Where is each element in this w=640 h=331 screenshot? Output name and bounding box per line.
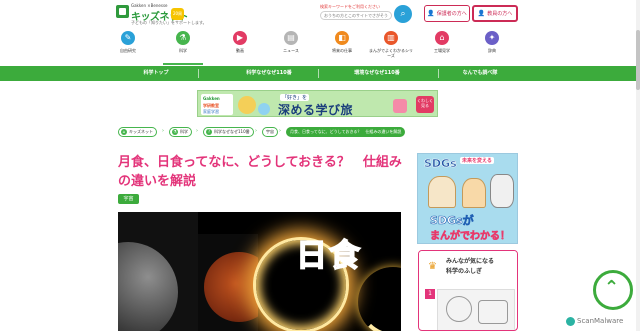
question-icon: ? — [206, 129, 212, 135]
subnav-science-top[interactable]: 科学トップ — [118, 66, 194, 81]
watermark-text: ScanMalware — [577, 317, 624, 325]
watermark: ScanMalware — [566, 314, 623, 328]
home-icon: ⌂ — [121, 129, 127, 135]
breadcrumb-science-why[interactable]: ? 科学なぜなぜ110番 — [203, 127, 254, 137]
site-header: Gakken ×Benesse キッズネット 子どもの「知りたい」をサポートしま… — [0, 0, 640, 28]
play-icon: ▶ — [233, 31, 247, 45]
science-icon: ⚗ — [172, 129, 178, 135]
sdgs-headline-1: SDGsが — [430, 214, 474, 228]
breadcrumb-label: 科学 — [180, 129, 188, 134]
category-manga-series[interactable]: ▥ まんがでよくわかるシリーズ — [368, 29, 414, 65]
crown-icon: ♛ — [428, 261, 437, 272]
popular-thumbnail[interactable] — [437, 289, 515, 330]
category-news[interactable]: ▤ ニュース — [271, 29, 311, 65]
popular-science-box: ♛ みんなが気になる 科学のふしぎ 1 — [418, 250, 518, 331]
parents-button-label: 保護者の方へ — [436, 11, 467, 17]
category-factory-tour[interactable]: ⌂ 工場見学 — [422, 29, 462, 65]
arrow-up-icon: ⌃ — [604, 277, 620, 298]
scrollbar-thumb[interactable] — [636, 30, 640, 90]
category-label: まんがでよくわかるシリーズ — [369, 48, 413, 58]
subnav-environment-why[interactable]: 環境なぜなぜ110番 — [334, 66, 420, 81]
subnav-research-team[interactable]: なんでも調べ隊 — [440, 66, 520, 81]
breadcrumb-science[interactable]: ⚗ 科学 — [169, 127, 192, 137]
banner-subhead: 「好き」を — [280, 94, 310, 101]
category-label: 動画 — [236, 48, 244, 53]
article-title: 月食、日食ってなに、どうしておきる？ 仕組みの違いを解説 — [118, 155, 402, 189]
chevron-right-icon: › — [255, 128, 257, 134]
banner-brand-home: 家庭学習 — [203, 109, 219, 114]
book-icon: ▥ — [384, 31, 398, 45]
hero-label: 日食 — [295, 237, 362, 275]
user-icon: 👤 — [427, 10, 435, 17]
character-illustration — [428, 176, 456, 208]
character-illustration — [462, 178, 486, 208]
scanmalware-icon — [566, 316, 575, 326]
back-to-top-button[interactable]: ⌃ — [593, 270, 633, 310]
category-video[interactable]: ▶ 動画 — [220, 29, 260, 65]
sdgs-logo-text: SDGs — [424, 157, 457, 171]
breadcrumb-space[interactable]: 宇宙 — [262, 127, 278, 137]
breadcrumb-label: キッズネット — [129, 129, 153, 134]
category-label: 工場見学 — [434, 48, 450, 53]
factory-icon: ⌂ — [435, 31, 449, 45]
banner-headline: 深める学び旅 — [278, 103, 354, 117]
subnav-divider — [438, 69, 439, 78]
search-input[interactable] — [320, 11, 392, 20]
breadcrumb-home[interactable]: ⌂ キッズネット — [118, 127, 157, 137]
teachers-button[interactable]: 👤 教員の方へ — [472, 5, 518, 22]
category-jiyu-kenkyu[interactable]: ✎ 自由研究 — [108, 29, 148, 65]
sdgs-banner[interactable]: SDGs 未来を変える SDGsが まんがでわかる！ — [417, 153, 518, 244]
character-illustration — [490, 174, 514, 208]
subnav-science-why[interactable]: 科学なぜなぜ110番 — [226, 66, 312, 81]
popular-title: みんなが気になる 科学のふしぎ — [446, 258, 495, 275]
category-nav: ✎ 自由研究 ⚗ 科学 ▶ 動画 ▤ ニュース ◧ 将来の仕事 ▥ まんがでよく… — [0, 29, 640, 66]
category-dictionary[interactable]: ✦ 辞典 — [472, 29, 512, 65]
category-label: 将来の仕事 — [332, 48, 352, 53]
category-science[interactable]: ⚗ 科学 — [163, 29, 203, 65]
banner-illustration — [258, 103, 270, 115]
parents-button[interactable]: 👤 保護者の方へ — [424, 5, 470, 22]
breadcrumb-label: 科学なぜなぜ110番 — [214, 129, 250, 134]
flask-icon: ⚗ — [176, 31, 190, 45]
scrollbar[interactable] — [636, 0, 640, 331]
sdgs-badge: 未来を変える — [460, 157, 494, 164]
newspaper-icon: ▤ — [284, 31, 298, 45]
category-label: 辞典 — [488, 48, 496, 53]
breadcrumb-current: 月食、日食ってなに、どうしておきる？ 仕組みの違いを解説 — [286, 127, 406, 137]
sdgs-headline-2: まんがでわかる！ — [430, 231, 511, 243]
category-label: 科学 — [179, 48, 187, 53]
category-label: ニュース — [283, 48, 299, 53]
briefcase-icon: ◧ — [335, 31, 349, 45]
subnav-divider — [318, 69, 319, 78]
banner-brand-name: Gakken — [203, 96, 220, 101]
chevron-right-icon: › — [162, 128, 164, 134]
chevron-right-icon: › — [279, 128, 281, 134]
teachers-button-label: 教員の方へ — [487, 11, 513, 17]
article-tag[interactable]: 宇宙 — [118, 194, 139, 204]
banner-illustration — [238, 96, 256, 114]
user-icon: 👤 — [477, 10, 486, 17]
category-future-jobs[interactable]: ◧ 将来の仕事 — [322, 29, 362, 65]
rank-badge: 1 — [425, 289, 435, 299]
anniversary-badge: 20周年 — [171, 8, 184, 28]
pencil-icon: ✎ — [121, 31, 135, 45]
science-subnav: 科学トップ 科学なぜなぜ110番 環境なぜなぜ110番 なんでも調べ隊 — [0, 66, 640, 81]
search-icon: ⌕ — [400, 9, 406, 19]
hero-image: 日食 — [118, 212, 401, 331]
search-note: 検索キーワードをご利用ください — [320, 4, 380, 9]
dictionary-icon: ✦ — [485, 31, 499, 45]
banner-illustration — [393, 99, 407, 113]
logo-tagline: 子どもの「知りたい」をサポートします。 — [131, 20, 207, 25]
chevron-right-icon: › — [196, 128, 198, 134]
category-label: 自由研究 — [120, 48, 136, 53]
ad-banner[interactable]: Gakken 学研教室 家庭学習 「好き」を 深める学び旅 くわしく見る — [197, 90, 438, 117]
subnav-divider — [198, 69, 199, 78]
popular-header: ♛ みんなが気になる 科学のふしぎ — [419, 251, 517, 282]
banner-brand: Gakken 学研教室 家庭学習 — [201, 94, 233, 115]
logo-icon[interactable] — [116, 5, 129, 18]
search-button[interactable]: ⌕ — [394, 5, 412, 23]
banner-cta-button[interactable]: くわしく見る — [416, 96, 434, 113]
